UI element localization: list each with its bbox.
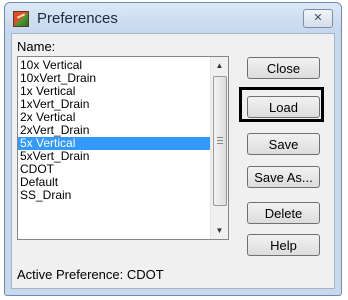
save-button[interactable]: Save — [247, 133, 320, 155]
load-button[interactable]: Load — [247, 96, 320, 118]
scroll-up-icon[interactable]: ▲ — [211, 57, 228, 74]
save-as-button[interactable]: Save As... — [247, 166, 320, 188]
grip-icon — [217, 137, 223, 144]
preferences-listbox[interactable]: 10x Vertical 10xVert_Drain 1x Vertical 1… — [17, 56, 229, 240]
scroll-down-icon[interactable]: ▼ — [211, 222, 228, 239]
name-label: Name: — [17, 39, 56, 54]
help-button[interactable]: Help — [247, 234, 320, 256]
list-item[interactable]: SS_Drain — [18, 189, 210, 202]
preferences-app-icon — [13, 11, 29, 27]
preferences-dialog: Preferences ✕ Name: 10x Vertical 10xVert… — [4, 2, 342, 296]
window-title: Preferences — [37, 10, 118, 27]
active-preference-status: Active Preference: CDOT — [17, 267, 164, 282]
scroll-thumb[interactable] — [213, 76, 227, 206]
delete-button[interactable]: Delete — [247, 202, 320, 224]
close-button[interactable]: Close — [247, 57, 320, 79]
title-bar[interactable]: Preferences ✕ — [5, 3, 341, 33]
dialog-body: Name: 10x Vertical 10xVert_Drain 1x Vert… — [11, 33, 335, 289]
vertical-scrollbar[interactable]: ▲ ▼ — [210, 57, 228, 239]
close-icon[interactable]: ✕ — [303, 9, 333, 28]
list-items: 10x Vertical 10xVert_Drain 1x Vertical 1… — [18, 59, 210, 202]
